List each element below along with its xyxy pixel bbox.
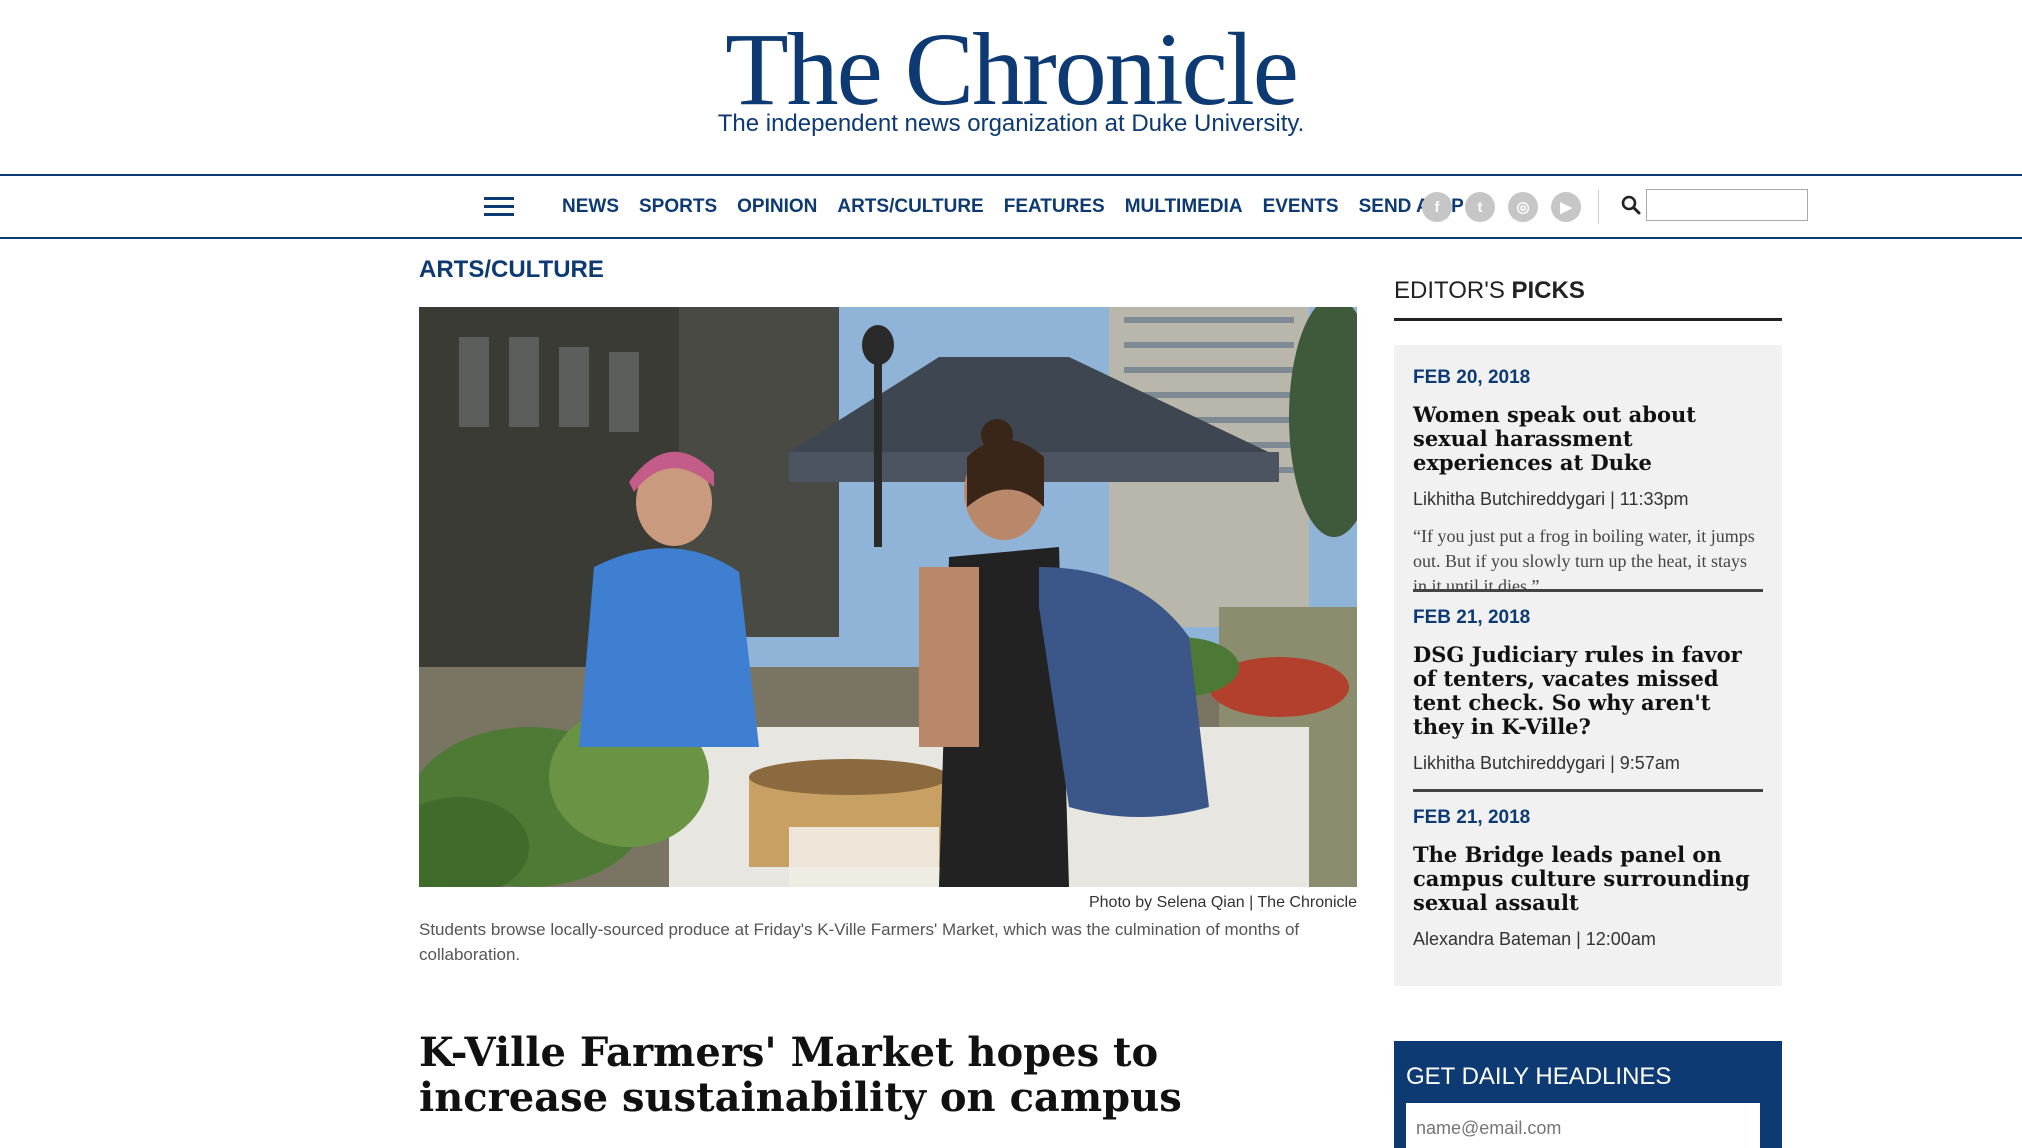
youtube-icon[interactable]: ▶ [1551, 192, 1581, 222]
site-tagline: The independent news organization at Duk… [717, 110, 1305, 137]
hamburger-menu-icon[interactable] [484, 194, 514, 218]
editors-pick-item[interactable]: FEB 21, 2018 The Bridge leads panel on c… [1413, 807, 1763, 950]
pick-separator [1413, 789, 1763, 792]
social-links: f t ◎ ▶ [1422, 192, 1581, 222]
daily-headlines-title: GET DAILY HEADLINES [1406, 1063, 1672, 1090]
pick-byline: Likhitha Butchireddygari | 11:33pm [1413, 489, 1689, 509]
photo-caption: Students browse locally-sourced produce … [419, 920, 1300, 964]
search-input[interactable] [1646, 189, 1808, 221]
nav-items: NEWS SPORTS OPINION ARTS/CULTURE FEATURE… [552, 176, 1474, 237]
pick-title[interactable]: DSG Judiciary rules in favor of tenters,… [1413, 643, 1763, 739]
search-icon[interactable] [1620, 194, 1642, 216]
facebook-icon[interactable]: f [1422, 192, 1452, 222]
pick-title[interactable]: Women speak out about sexual harassment … [1413, 403, 1763, 475]
pick-date: FEB 20, 2018 [1413, 367, 1531, 388]
editors-picks-box: FEB 20, 2018 Women speak out about sexua… [1394, 345, 1782, 986]
pick-date: FEB 21, 2018 [1413, 607, 1531, 628]
editors-picks-title-prefix: EDITOR'S [1394, 277, 1512, 304]
nav-item-news[interactable]: NEWS [562, 196, 619, 218]
email-field[interactable] [1406, 1103, 1760, 1148]
pick-byline: Likhitha Butchireddygari | 9:57am [1413, 753, 1680, 773]
nav-item-features[interactable]: FEATURES [1004, 196, 1105, 218]
pick-date: FEB 21, 2018 [1413, 807, 1531, 828]
article-photo [419, 307, 1357, 887]
pick-title[interactable]: The Bridge leads panel on campus culture… [1413, 843, 1763, 915]
nav-item-events[interactable]: EVENTS [1263, 196, 1339, 218]
article-headline: K-Ville Farmers' Market hopes to increas… [419, 1029, 1182, 1121]
editors-picks-title: EDITOR'S PICKS [1394, 277, 1782, 321]
twitter-icon[interactable]: t [1465, 192, 1495, 222]
photo-credit: Photo by Selena Qian | The Chronicle [1088, 894, 1357, 911]
daily-headlines-signup: GET DAILY HEADLINES [1394, 1041, 1782, 1148]
nav-item-opinion[interactable]: OPINION [737, 196, 817, 218]
editors-picks-title-bold: PICKS [1511, 277, 1585, 304]
main-navigation: NEWS SPORTS OPINION ARTS/CULTURE FEATURE… [0, 174, 2022, 239]
section-label[interactable]: ARTS/CULTURE [419, 256, 604, 284]
nav-divider [1598, 190, 1599, 224]
editors-pick-item[interactable]: FEB 21, 2018 DSG Judiciary rules in favo… [1413, 607, 1763, 774]
pick-quote: “If you just put a frog in boiling water… [1413, 526, 1755, 596]
nav-item-sports[interactable]: SPORTS [639, 196, 717, 218]
pick-byline: Alexandra Bateman | 12:00am [1413, 929, 1656, 949]
instagram-icon[interactable]: ◎ [1508, 192, 1538, 222]
masthead: The Chronicle The independent news organ… [0, 0, 2022, 174]
pick-separator [1413, 589, 1763, 592]
editors-pick-item[interactable]: FEB 20, 2018 Women speak out about sexua… [1413, 367, 1763, 599]
nav-item-multimedia[interactable]: MULTIMEDIA [1125, 196, 1243, 218]
nav-item-arts-culture[interactable]: ARTS/CULTURE [837, 196, 983, 218]
